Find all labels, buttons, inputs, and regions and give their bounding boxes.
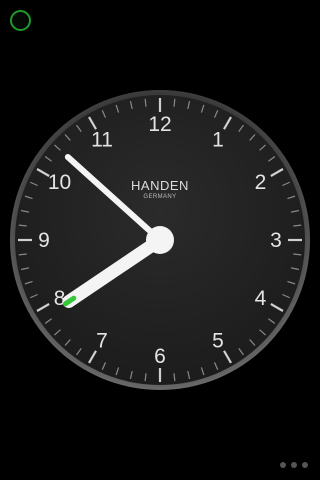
minute-tick bbox=[173, 98, 176, 107]
minute-tick bbox=[18, 253, 27, 256]
numeral-9: 9 bbox=[38, 229, 50, 252]
page-dot bbox=[280, 462, 286, 468]
page-dot bbox=[291, 462, 297, 468]
brand-subtitle: GERMANY bbox=[143, 194, 176, 200]
center-cap bbox=[146, 226, 174, 254]
page-indicator[interactable] bbox=[280, 462, 308, 468]
page-dot bbox=[302, 462, 308, 468]
minute-tick bbox=[173, 373, 176, 382]
numeral-6: 6 bbox=[154, 345, 166, 368]
numeral-12: 12 bbox=[148, 113, 171, 136]
numeral-10: 10 bbox=[48, 171, 71, 194]
minute-tick bbox=[293, 253, 302, 256]
analog-clock: 121234567891011 HANDEN GERMANY bbox=[10, 90, 310, 390]
numeral-7: 7 bbox=[96, 329, 108, 352]
numeral-5: 5 bbox=[212, 329, 224, 352]
numeral-3: 3 bbox=[270, 229, 282, 252]
numeral-1: 1 bbox=[212, 129, 224, 152]
minute-tick bbox=[18, 224, 27, 227]
brand-name: HANDEN bbox=[131, 178, 189, 193]
clock-screen: 12 1 2 3 4 5 6 7 8 9 10 11 HANDEN GERMANY bbox=[0, 0, 320, 480]
numeral-2: 2 bbox=[255, 171, 267, 194]
minute-tick bbox=[293, 224, 302, 227]
numeral-11: 11 bbox=[91, 129, 113, 152]
numeral-4: 4 bbox=[255, 287, 267, 310]
minute-tick bbox=[144, 98, 147, 107]
minute-tick bbox=[144, 373, 147, 382]
